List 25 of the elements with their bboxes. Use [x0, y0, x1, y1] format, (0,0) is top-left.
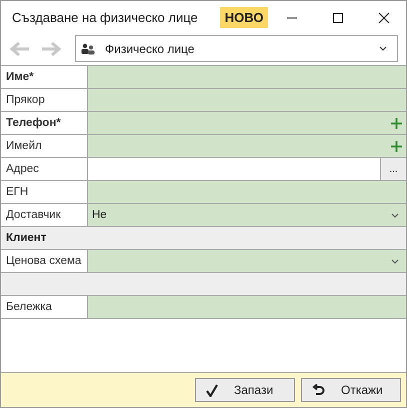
- maximize-icon[interactable]: [332, 12, 344, 24]
- undo-icon: [312, 384, 325, 396]
- dropdown-field[interactable]: Не: [88, 204, 406, 226]
- window-title: Създаване на физическо лице: [12, 10, 198, 25]
- chevron-down-icon: [391, 258, 399, 264]
- dropdown-field[interactable]: [88, 250, 406, 272]
- input-field[interactable]: [88, 89, 406, 111]
- input-field[interactable]: [88, 135, 406, 157]
- input-field[interactable]: [88, 112, 406, 134]
- save-button[interactable]: Запази: [195, 378, 295, 402]
- chevron-down-icon: [391, 212, 399, 218]
- checkmark-icon: [206, 384, 218, 396]
- browse-button[interactable]: ...: [380, 158, 406, 180]
- type-dropdown[interactable]: Физическо лице: [75, 35, 398, 62]
- people-icon: [81, 42, 95, 54]
- input-field[interactable]: [88, 296, 406, 318]
- status-badge: НОВО: [220, 7, 268, 28]
- add-icon[interactable]: [391, 140, 402, 152]
- chevron-down-icon: [379, 46, 387, 51]
- cancel-button[interactable]: Откажи: [301, 378, 401, 402]
- close-icon[interactable]: [378, 12, 390, 24]
- section-header: Клиент: [5, 232, 46, 244]
- input-field[interactable]: [88, 66, 406, 88]
- add-icon[interactable]: [391, 118, 402, 128]
- input-field[interactable]: [88, 181, 406, 203]
